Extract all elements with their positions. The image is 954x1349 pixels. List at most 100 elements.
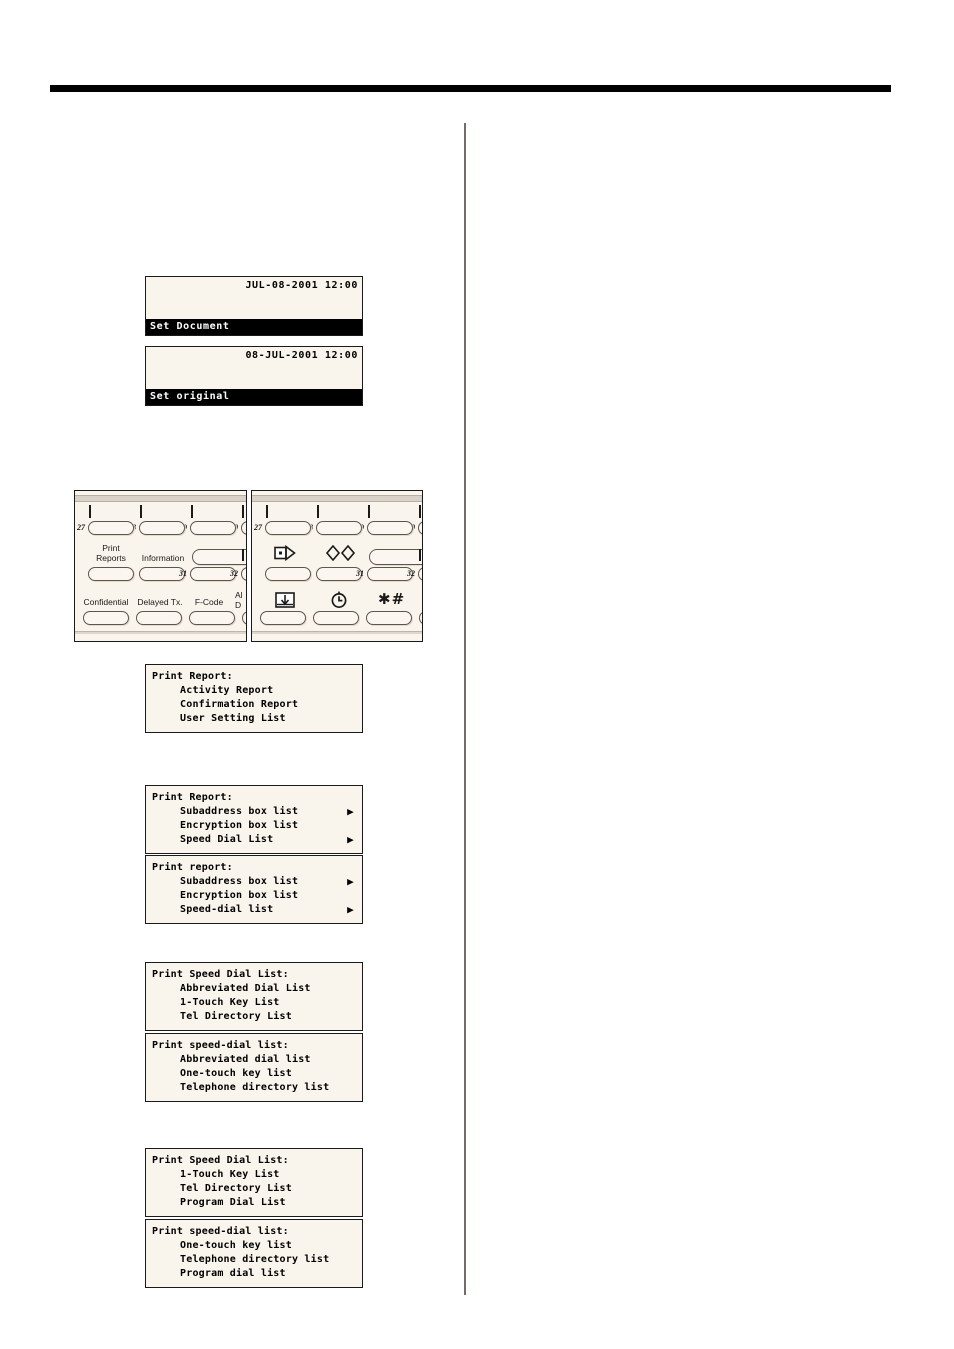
menu-item[interactable]: One-touch key list	[152, 1239, 356, 1253]
panel-key-confidential[interactable]	[83, 611, 129, 625]
menu-item-label: Speed Dial List	[180, 834, 274, 845]
panel-tick	[368, 505, 370, 518]
lcd-status-bar: Set Document	[146, 319, 362, 335]
menu-box-speed-dial-program-lower: Print speed-dial list: One-touch key lis…	[145, 1219, 363, 1288]
menu-item-label: Telephone directory list	[180, 1082, 330, 1093]
panel-key-27[interactable]	[88, 521, 134, 535]
panel-key-29[interactable]	[190, 521, 236, 535]
panel-top-rail	[252, 495, 422, 502]
menu-item-label: Subaddress box list	[180, 876, 299, 887]
panel-tick	[140, 505, 142, 518]
panel-key-30[interactable]	[241, 521, 246, 535]
menu-item[interactable]: Confirmation Report	[152, 698, 356, 712]
panel-key-number: 32	[407, 569, 415, 578]
menu-box-print-report-boxes-upper: Print Report: Subaddress box list ▶ Encry…	[145, 785, 363, 854]
panel-key-32[interactable]	[418, 567, 422, 581]
panel-tick	[242, 505, 244, 518]
panel-key-number: 31	[179, 569, 187, 578]
menu-item[interactable]: Subaddress box list ▶	[152, 875, 356, 889]
menu-item[interactable]: Telephone directory list	[152, 1081, 356, 1095]
panel-wide-key[interactable]	[369, 549, 422, 565]
lcd-datetime: 08-JUL-2001 12:00	[245, 350, 358, 361]
menu-box-speed-dial-upper: Print Speed Dial List: Abbreviated Dial …	[145, 962, 363, 1031]
menu-title: Print Speed Dial List:	[152, 1155, 289, 1166]
panel-key-27[interactable]	[265, 521, 311, 535]
panel-wide-key[interactable]	[192, 549, 246, 565]
menu-item-label: Speed-dial list	[180, 904, 274, 915]
menu-item[interactable]: Abbreviated Dial List	[152, 982, 356, 996]
panel-label-print-reports: Print Reports	[96, 543, 126, 563]
panel-key-all-doc[interactable]	[242, 611, 246, 625]
menu-title: Print report:	[152, 862, 233, 873]
menu-item[interactable]: Encryption box list	[152, 819, 356, 833]
menu-item-label: Subaddress box list	[180, 806, 299, 817]
panel-tick	[317, 505, 319, 518]
column-divider	[464, 123, 466, 1295]
menu-item-label: One-touch key list	[180, 1240, 292, 1251]
panel-key-asterisk-hash[interactable]	[366, 611, 412, 625]
menu-title: Print Report:	[152, 792, 233, 803]
panel-tick	[419, 505, 421, 518]
menu-item[interactable]: Speed-dial list ▶	[152, 903, 356, 917]
menu-item[interactable]: Program dial list	[152, 1267, 356, 1281]
panel-label-information: Information	[141, 553, 185, 563]
panel-key-print-reports[interactable]	[88, 567, 134, 581]
menu-item[interactable]: Telephone directory list	[152, 1253, 356, 1267]
panel-key-clock[interactable]	[313, 611, 359, 625]
panel-label-all-doc-truncated: Al D	[235, 590, 243, 610]
lcd-status-bar: Set original	[146, 389, 362, 405]
panel-label-confidential: Confidential	[83, 597, 129, 607]
header-rule	[50, 85, 891, 92]
menu-item-label: Activity Report	[180, 685, 274, 696]
panel-bottom-rail	[252, 631, 422, 634]
panel-key-f-code[interactable]	[189, 611, 235, 625]
double-diamond-icon	[325, 544, 359, 566]
panel-key-32[interactable]	[241, 567, 246, 581]
menu-item[interactable]: 1-Touch Key List	[152, 996, 356, 1010]
menu-box-print-report-boxes-lower: Print report: Subaddress box list ▶ Encry…	[145, 855, 363, 924]
menu-box-print-report-basic: Print Report: Activity Report Confirmati…	[145, 664, 363, 733]
lcd-datetime: JUL-08-2001 12:00	[245, 280, 358, 291]
panel-key-30[interactable]	[418, 521, 422, 535]
panel-key-delayed-tx[interactable]	[136, 611, 182, 625]
menu-item[interactable]: One-touch key list	[152, 1067, 356, 1081]
control-panel-figure-labels: 27 28 29 30 Print Reports Information 31…	[74, 490, 247, 642]
panel-tick	[191, 505, 193, 518]
panel-top-rail	[75, 495, 246, 502]
panel-key-29[interactable]	[367, 521, 413, 535]
menu-title: Print speed-dial list:	[152, 1040, 289, 1051]
submenu-arrow-icon: ▶	[347, 833, 354, 846]
panel-key-number: 27	[254, 523, 262, 532]
menu-item[interactable]: Encryption box list	[152, 889, 356, 903]
menu-item-label: 1-Touch Key List	[180, 1169, 280, 1180]
menu-item-label: Encryption box list	[180, 820, 299, 831]
menu-item-label: User Setting List	[180, 713, 286, 724]
panel-key-extra[interactable]	[419, 611, 422, 625]
menu-item-label: One-touch key list	[180, 1068, 292, 1079]
submenu-arrow-icon: ▶	[347, 805, 354, 818]
menu-item[interactable]: Tel Directory List	[152, 1010, 356, 1024]
menu-item[interactable]: Speed Dial List ▶	[152, 833, 356, 847]
panel-key-tray[interactable]	[260, 611, 306, 625]
control-panel-figure-icons: 27 28 29 30 31 32	[251, 490, 423, 642]
asterisk-hash-icon: ✱#	[378, 590, 406, 608]
lcd-display-set-document: JUL-08-2001 12:00 Set Document	[145, 276, 363, 336]
panel-tick	[242, 549, 244, 561]
menu-item-label: Encryption box list	[180, 890, 299, 901]
panel-key-28[interactable]	[316, 521, 362, 535]
panel-key-number: 27	[77, 523, 85, 532]
panel-bottom-rail	[75, 631, 246, 634]
menu-item[interactable]: Subaddress box list ▶	[152, 805, 356, 819]
menu-item[interactable]: User Setting List	[152, 712, 356, 726]
panel-label-delayed-tx: Delayed Tx.	[137, 597, 183, 607]
submenu-arrow-icon: ▶	[347, 875, 354, 888]
menu-item-label: 1-Touch Key List	[180, 997, 280, 1008]
panel-key-28[interactable]	[139, 521, 185, 535]
menu-item[interactable]: Tel Directory List	[152, 1182, 356, 1196]
menu-item[interactable]: Program Dial List	[152, 1196, 356, 1210]
menu-item[interactable]: Activity Report	[152, 684, 356, 698]
menu-item[interactable]: 1-Touch Key List	[152, 1168, 356, 1182]
panel-label-f-code: F-Code	[194, 597, 224, 607]
panel-key-document-send[interactable]	[265, 567, 311, 581]
menu-item[interactable]: Abbreviated dial list	[152, 1053, 356, 1067]
